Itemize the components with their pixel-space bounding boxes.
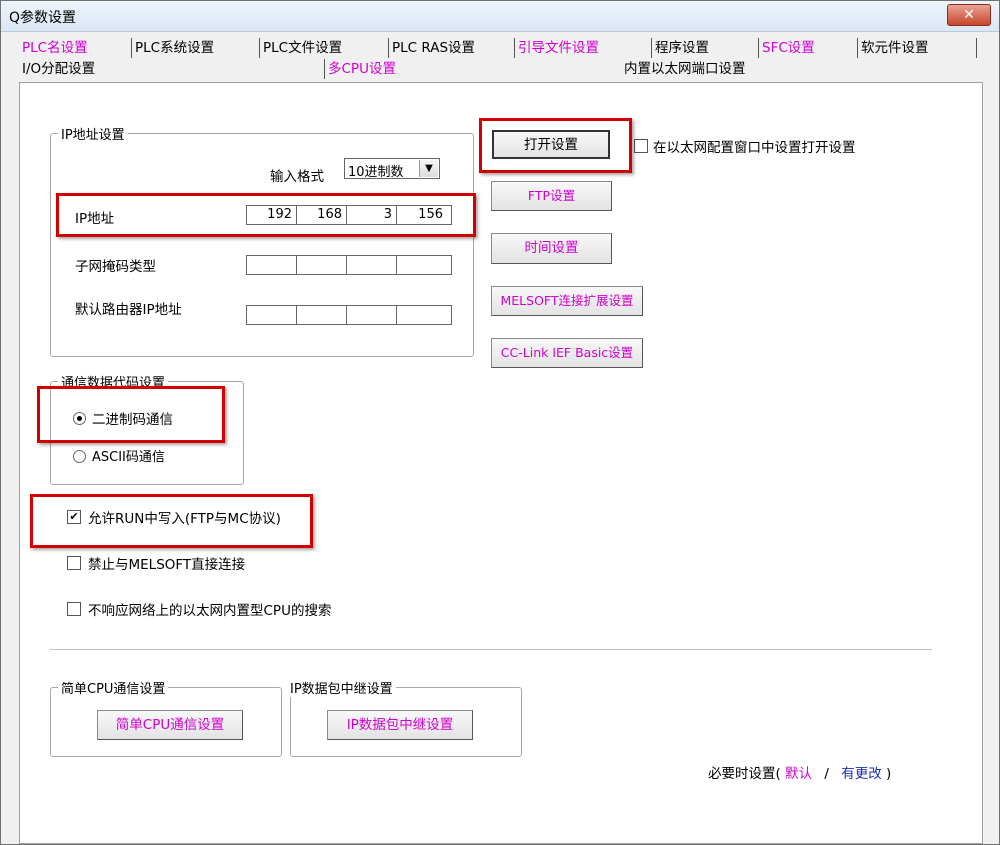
gateway-octet-1[interactable] bbox=[247, 306, 297, 324]
ethernet-settings-panel: IP地址设置 输入格式 10进制数 ▼ IP地址 192 168 3 156 子… bbox=[19, 82, 983, 844]
legend-separator: / bbox=[824, 766, 829, 782]
tab-sfc[interactable]: SFC设置 bbox=[758, 38, 858, 58]
tab-divider bbox=[976, 38, 977, 58]
tab-device[interactable]: 软元件设置 bbox=[857, 38, 979, 58]
simple-cpu-group-title: 简单CPU通信设置 bbox=[58, 678, 169, 697]
subnet-octet-4[interactable] bbox=[397, 256, 447, 274]
gateway-octet-4[interactable] bbox=[397, 306, 447, 324]
tab-plc-system[interactable]: PLC系统设置 bbox=[131, 38, 257, 58]
title-bar: Q参数设置 ✕ bbox=[1, 1, 999, 32]
tab-multi-cpu[interactable]: 多CPU设置 bbox=[324, 59, 620, 79]
ascii-comm-radio[interactable] bbox=[73, 450, 86, 463]
no-response-search-checkbox[interactable] bbox=[67, 602, 81, 616]
ip-relay-settings-button[interactable]: IP数据包中继设置 bbox=[327, 710, 473, 740]
disable-melsoft-direct-checkbox[interactable] bbox=[67, 556, 81, 570]
separator-line bbox=[50, 649, 932, 650]
legend-prefix: 必要时设置( bbox=[708, 766, 781, 782]
tab-io-assignment[interactable]: I/O分配设置 bbox=[19, 59, 322, 79]
highlight-ip-address bbox=[56, 193, 476, 237]
window-title: Q参数设置 bbox=[9, 10, 77, 26]
subnet-mask-field[interactable] bbox=[246, 255, 452, 275]
open-in-ethernet-config-checkbox[interactable] bbox=[634, 139, 648, 153]
tab-row-2: I/O分配设置 多CPU设置 内置以太网端口设置 bbox=[19, 59, 981, 80]
no-response-search-label: 不响应网络上的以太网内置型CPU的搜索 bbox=[88, 603, 332, 619]
ftp-settings-button[interactable]: FTP设置 bbox=[491, 181, 612, 211]
subnet-octet-3[interactable] bbox=[347, 256, 397, 274]
legend-default: 默认 bbox=[785, 766, 813, 782]
ip-address-group-title: IP地址设置 bbox=[58, 124, 128, 143]
subnet-mask-label: 子网掩码类型 bbox=[75, 259, 156, 275]
highlight-open-settings bbox=[479, 118, 632, 173]
legend-changed: 有更改 bbox=[841, 766, 882, 782]
simple-cpu-settings-button[interactable]: 简单CPU通信设置 bbox=[97, 710, 243, 740]
tab-plc-file[interactable]: PLC文件设置 bbox=[259, 38, 387, 58]
gateway-field[interactable] bbox=[246, 305, 452, 325]
highlight-binary-comm bbox=[37, 386, 225, 443]
tab-program[interactable]: 程序设置 bbox=[651, 38, 759, 58]
open-in-ethernet-config-label: 在以太网配置窗口中设置打开设置 bbox=[653, 140, 856, 156]
input-format-value: 10进制数 bbox=[348, 165, 404, 180]
input-format-label: 输入格式 bbox=[270, 169, 324, 185]
input-format-select[interactable]: 10进制数 ▼ bbox=[344, 158, 440, 180]
legend-suffix: ) bbox=[886, 766, 892, 782]
melsoft-extension-button[interactable]: MELSOFT连接扩展设置 bbox=[491, 286, 643, 316]
cclink-ief-basic-button[interactable]: CC-Link IEF Basic设置 bbox=[491, 338, 643, 368]
ip-relay-group-title: IP数据包中继设置 bbox=[287, 678, 396, 697]
subnet-octet-1[interactable] bbox=[247, 256, 297, 274]
q-parameter-window: Q参数设置 ✕ PLC名设置 PLC系统设置 PLC文件设置 PLC RAS设置… bbox=[0, 0, 1000, 845]
tab-row-1: PLC名设置 PLC系统设置 PLC文件设置 PLC RAS设置 引导文件设置 … bbox=[19, 38, 981, 59]
tab-plc-name[interactable]: PLC名设置 bbox=[19, 38, 130, 58]
chevron-down-icon[interactable]: ▼ bbox=[419, 160, 438, 177]
tab-boot-file[interactable]: 引导文件设置 bbox=[514, 38, 650, 58]
gateway-octet-3[interactable] bbox=[347, 306, 397, 324]
close-button[interactable]: ✕ bbox=[947, 4, 991, 26]
gateway-octet-2[interactable] bbox=[297, 306, 347, 324]
disable-melsoft-direct-label: 禁止与MELSOFT直接连接 bbox=[88, 557, 246, 573]
tab-plc-ras[interactable]: PLC RAS设置 bbox=[388, 38, 516, 58]
settings-legend: 必要时设置( 默认 / 有更改 ) bbox=[708, 762, 891, 782]
gateway-label: 默认路由器IP地址 bbox=[75, 302, 182, 318]
ascii-comm-label: ASCII码通信 bbox=[92, 450, 165, 465]
subnet-octet-2[interactable] bbox=[297, 256, 347, 274]
tab-builtin-ethernet[interactable]: 内置以太网端口设置 bbox=[621, 59, 980, 79]
highlight-allow-run-write bbox=[30, 494, 313, 548]
time-settings-button[interactable]: 时间设置 bbox=[491, 233, 612, 264]
